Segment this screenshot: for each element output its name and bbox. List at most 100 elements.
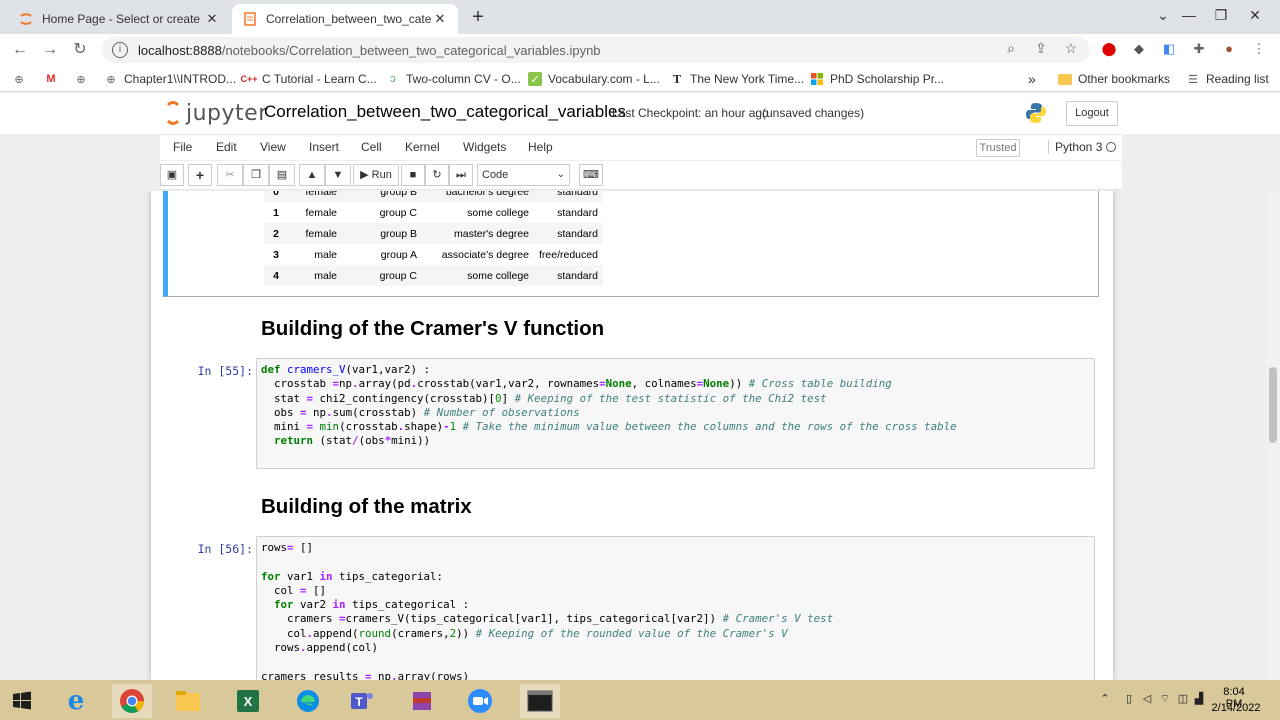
extension-icon[interactable]: ◆ bbox=[1130, 40, 1148, 58]
other-bookmarks[interactable]: Other bookmarks bbox=[1058, 70, 1170, 88]
zoom-icon[interactable]: ⌕ bbox=[1002, 39, 1020, 57]
table-cell: associate's degree bbox=[441, 248, 529, 261]
output-cell[interactable]: 0 female group Bbachelor's degree standard 1… bbox=[163, 191, 1099, 297]
internet-explorer-icon[interactable]: e bbox=[56, 684, 96, 718]
copy-icon[interactable]: ❐ bbox=[243, 164, 269, 186]
table-row: 0 female group Bbachelor's degree standard bbox=[264, 191, 603, 202]
move-down-icon[interactable]: ▼ bbox=[325, 164, 351, 186]
stop-icon[interactable]: ■ bbox=[401, 164, 425, 186]
nyt-icon: T bbox=[672, 72, 682, 86]
notebook-scroll-area: 0 female group Bbachelor's degree standard 1… bbox=[0, 191, 1266, 680]
menu-kernel[interactable]: Kernel bbox=[405, 140, 440, 154]
notification-icon[interactable]: ◫ bbox=[1176, 692, 1190, 708]
globe-icon[interactable]: ⊕ bbox=[74, 70, 94, 88]
clock-date[interactable]: 2/14/2022 bbox=[1210, 702, 1262, 714]
tab-notebook[interactable]: Correlation_between_two_categ ✕ bbox=[232, 4, 458, 34]
chevron-down-icon: ⌄ bbox=[556, 169, 565, 180]
scrollbar-thumb[interactable] bbox=[1269, 367, 1277, 443]
row-index: 3 bbox=[273, 248, 279, 261]
dataframe-table: 0 female group Bbachelor's degree standard 1… bbox=[264, 191, 603, 286]
menu-insert[interactable]: Insert bbox=[309, 140, 339, 154]
trusted-badge[interactable]: Trusted bbox=[976, 139, 1020, 157]
menu-file[interactable]: File bbox=[173, 140, 192, 154]
minimize-icon[interactable]: — bbox=[1174, 2, 1204, 28]
restore-icon[interactable]: ❐ bbox=[1206, 2, 1236, 28]
close-tab-icon[interactable]: ✕ bbox=[432, 11, 448, 27]
winrar-icon[interactable] bbox=[402, 684, 442, 718]
zoom-app-icon[interactable] bbox=[460, 684, 500, 718]
restart-icon[interactable]: ↻ bbox=[425, 164, 449, 186]
menu-help[interactable]: Help bbox=[528, 140, 553, 154]
reading-list[interactable]: ☰ Reading list bbox=[1186, 70, 1269, 88]
move-up-icon[interactable]: ▲ bbox=[299, 164, 325, 186]
battery-icon[interactable]: ▯ bbox=[1122, 692, 1136, 708]
menu-edit[interactable]: Edit bbox=[216, 140, 237, 154]
tab-home-page[interactable]: Home Page - Select or create a n ✕ bbox=[8, 4, 230, 34]
profile-avatar-icon[interactable]: ● bbox=[1220, 40, 1238, 58]
bookmark-star-icon[interactable]: ☆ bbox=[1062, 39, 1080, 57]
close-tab-icon[interactable]: ✕ bbox=[204, 11, 220, 27]
new-tab-button[interactable]: + bbox=[466, 5, 490, 29]
apps-icon[interactable]: ⊕ bbox=[12, 70, 32, 88]
volume-icon[interactable]: ◁ bbox=[1140, 692, 1154, 708]
wifi-signal-icon[interactable]: ▟ bbox=[1192, 692, 1206, 708]
table-cell: female bbox=[284, 191, 342, 202]
bookmark-two-column-cv[interactable]: ↄ Two-column CV - O... bbox=[386, 70, 520, 88]
terminal-icon[interactable] bbox=[520, 684, 560, 718]
back-icon[interactable]: ← bbox=[8, 38, 32, 62]
bookmark-vocabulary[interactable]: ✓ Vocabulary.com - L... bbox=[528, 70, 660, 88]
translate-extension-icon[interactable]: ◧ bbox=[1160, 40, 1178, 58]
gmail-icon[interactable]: M bbox=[44, 70, 64, 88]
command-palette-icon[interactable]: ⌨ bbox=[579, 164, 603, 186]
forward-icon[interactable]: → bbox=[38, 38, 62, 62]
edge-icon[interactable] bbox=[288, 684, 328, 718]
close-window-icon[interactable]: ✕ bbox=[1240, 2, 1270, 28]
code-line: return (stat/(obs*mini)) bbox=[274, 434, 431, 448]
site-info-icon[interactable]: i bbox=[112, 42, 128, 58]
insert-cell-icon[interactable]: + bbox=[188, 164, 212, 186]
code-line: cramers =cramers_V(tips_categorical[var1… bbox=[261, 612, 834, 626]
page-scrollbar[interactable] bbox=[1266, 191, 1280, 680]
table-cell: some college bbox=[467, 206, 529, 219]
save-icon[interactable]: ▣ bbox=[160, 164, 184, 186]
chrome-icon[interactable] bbox=[112, 684, 152, 718]
bookmark-c-tutorial[interactable]: C++ C Tutorial - Learn C... bbox=[241, 70, 377, 88]
code-cell-cramers-v[interactable]: def cramers_V(var1,var2) : crosstab =np.… bbox=[256, 358, 1095, 469]
menu-cell[interactable]: Cell bbox=[361, 140, 382, 154]
share-icon[interactable]: ⇪ bbox=[1032, 39, 1050, 57]
bookmark-label: Reading list bbox=[1206, 72, 1269, 86]
bookmark-nytimes[interactable]: T The New York Time... bbox=[670, 70, 804, 88]
bookmarks-bar: ⊕ M ⊕ ⊕ Chapter1\\INTROD... C++ C Tutori… bbox=[0, 66, 1280, 92]
url-path: /notebooks/Correlation_between_two_categ… bbox=[221, 42, 601, 58]
cell-type-select[interactable]: Code ⌄ bbox=[477, 164, 570, 186]
play-icon: ▶ bbox=[360, 169, 369, 181]
run-button[interactable]: ▶ Run bbox=[353, 164, 399, 186]
code-cell-matrix[interactable]: rows= [] for var1 in tips_categorial: co… bbox=[256, 536, 1095, 680]
table-cell: master's degree bbox=[422, 223, 534, 244]
network-icon[interactable]: ⌔ bbox=[1158, 692, 1172, 708]
excel-icon[interactable]: X bbox=[228, 684, 268, 718]
logout-button[interactable]: Logout bbox=[1066, 101, 1118, 126]
paste-icon[interactable]: ▤ bbox=[269, 164, 295, 186]
last-checkpoint: Last Checkpoint: an hour ago bbox=[612, 106, 769, 120]
jupyter-logo[interactable]: jupyter bbox=[164, 99, 268, 127]
fast-forward-icon[interactable]: ⏭ bbox=[449, 164, 473, 186]
bookmark-phd-scholarship[interactable]: PhD Scholarship Pr... bbox=[810, 70, 944, 88]
menu-widgets[interactable]: Widgets bbox=[463, 140, 506, 154]
teams-icon[interactable]: T bbox=[342, 684, 382, 718]
menu-kebab-icon[interactable]: ⋮ bbox=[1250, 40, 1268, 58]
menu-view[interactable]: View bbox=[260, 140, 286, 154]
windows-start-icon[interactable] bbox=[2, 684, 42, 718]
cut-icon[interactable]: ✂ bbox=[217, 164, 243, 186]
tray-overflow-icon[interactable]: ⌃ bbox=[1098, 692, 1112, 708]
bookmark-chapter1[interactable]: ⊕ Chapter1\\INTROD... bbox=[104, 70, 236, 88]
bookmarks-overflow-button[interactable]: » bbox=[1028, 70, 1036, 88]
extensions-puzzle-icon[interactable]: ✚ bbox=[1190, 40, 1208, 58]
adblock-extension-icon[interactable]: ⬤ bbox=[1100, 40, 1118, 58]
reload-icon[interactable]: ↻ bbox=[68, 38, 92, 62]
code-line: obs = np.sum(crosstab) # Number of obser… bbox=[261, 405, 580, 419]
kernel-name[interactable]: Python 3 bbox=[1048, 140, 1102, 154]
notebook-title[interactable]: Correlation_between_two_categorical_vari… bbox=[264, 102, 626, 122]
address-bar[interactable]: i localhost:8888/notebooks/Correlation_b… bbox=[102, 37, 1090, 63]
file-explorer-icon[interactable] bbox=[168, 684, 208, 718]
